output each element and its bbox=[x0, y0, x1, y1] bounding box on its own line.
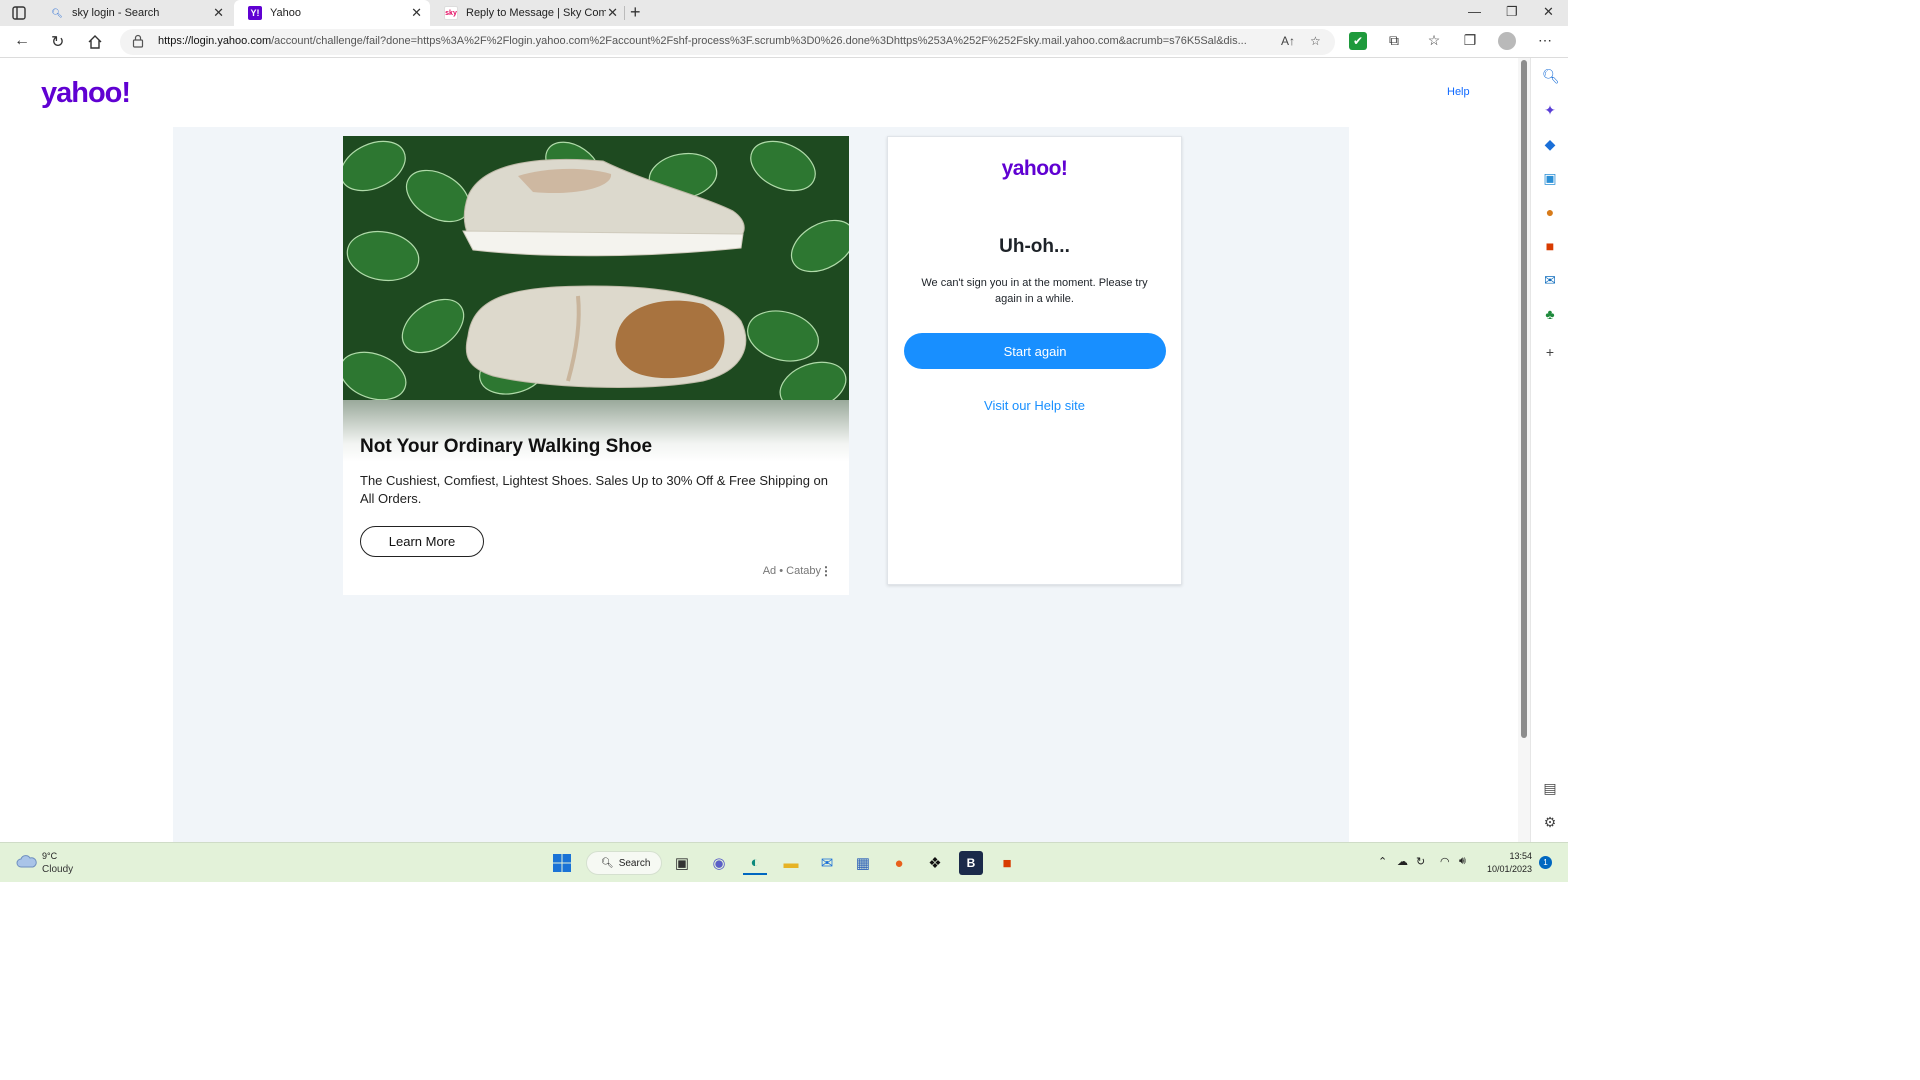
shopping-tag-icon[interactable]: ◆ bbox=[1542, 136, 1558, 152]
tab-title: Reply to Message | Sky Commun bbox=[466, 7, 606, 19]
ad-source[interactable]: Ad • Cataby bbox=[763, 565, 821, 577]
outlook-icon[interactable]: ✉ bbox=[1542, 272, 1558, 288]
tab-title: sky login - Search bbox=[72, 7, 160, 19]
copilot-icon[interactable]: ✦ bbox=[1542, 102, 1558, 118]
close-icon[interactable]: ✕ bbox=[607, 5, 618, 21]
yahoo-icon: Y! bbox=[248, 6, 262, 20]
bitwarden-icon[interactable]: B bbox=[959, 851, 983, 875]
ad-card[interactable]: Not Your Ordinary Walking Shoe The Cushi… bbox=[343, 136, 849, 595]
extension-check-icon[interactable]: ✔ bbox=[1349, 32, 1367, 50]
taskbar-clock[interactable]: 13:54 10/01/2023 bbox=[1484, 850, 1532, 876]
windows-taskbar: 9°C Cloudy 🔍︎ Search ▣ ◉ ◐ ▬ ✉ ▦ ● ❖ B ■… bbox=[0, 842, 1568, 882]
ad-menu-icon[interactable]: ⋮ bbox=[820, 564, 832, 578]
tab-yahoo[interactable]: Y! Yahoo ✕ bbox=[234, 0, 430, 26]
restore-icon[interactable]: ❐ bbox=[1506, 4, 1518, 20]
task-view-icon[interactable]: ▣ bbox=[670, 851, 694, 875]
onedrive-icon[interactable]: ☁ bbox=[1397, 855, 1408, 868]
favorites-icon[interactable]: ☆ bbox=[1425, 32, 1443, 50]
windows-start-icon[interactable] bbox=[550, 851, 574, 875]
cloud-icon[interactable] bbox=[16, 853, 38, 869]
sky-icon: sky bbox=[444, 6, 458, 20]
drop-icon[interactable]: ♣ bbox=[1542, 306, 1558, 322]
tab-strip: 🔍︎ sky login - Search ✕ Y! Yahoo ✕ sky R… bbox=[0, 0, 1568, 26]
page-content: yahoo! Help Not Your Ordinary Walking Sh… bbox=[0, 58, 1518, 843]
edge-sidebar: 🔍︎ ✦ ◆ ▣ ● ■ ✉ ♣ + ▤ ⚙ bbox=[1530, 58, 1568, 842]
refresh-icon[interactable]: ↻ bbox=[51, 32, 64, 52]
tray-chevron-icon[interactable]: ⌃ bbox=[1378, 855, 1387, 868]
search-icon: 🔍︎ bbox=[51, 7, 63, 18]
url-host: https://login.yahoo.com bbox=[158, 35, 272, 47]
browser-toolbar: ← ↻ https://login.yahoo.com/account/chal… bbox=[0, 26, 1568, 58]
help-link[interactable]: Help bbox=[1447, 86, 1470, 98]
games-icon[interactable]: ● bbox=[1542, 204, 1558, 220]
lock-icon[interactable] bbox=[132, 34, 144, 48]
close-icon[interactable]: ✕ bbox=[411, 5, 422, 21]
error-message: We can't sign you in at the moment. Plea… bbox=[921, 277, 1148, 305]
url-text[interactable]: https://login.yahoo.com/account/challeng… bbox=[158, 35, 1268, 47]
teams-chat-icon[interactable]: ◉ bbox=[707, 851, 731, 875]
page-scrollbar[interactable] bbox=[1518, 58, 1530, 842]
error-heading: Uh-oh... bbox=[999, 236, 1070, 257]
add-favorite-icon[interactable]: ☆ bbox=[1310, 34, 1321, 48]
edge-browser-icon[interactable]: ◐ bbox=[743, 851, 767, 875]
sidebar-layout-icon[interactable]: ▤ bbox=[1542, 780, 1558, 796]
office-taskbar-icon[interactable]: ■ bbox=[995, 851, 1019, 875]
help-site-link[interactable]: Visit our Help site bbox=[888, 398, 1181, 413]
weather-temperature[interactable]: 9°C bbox=[42, 851, 57, 861]
sidebar-search-icon[interactable]: 🔍︎ bbox=[1542, 68, 1560, 84]
office-icon[interactable]: ■ bbox=[1542, 238, 1558, 254]
ad-title[interactable]: Not Your Ordinary Walking Shoe bbox=[360, 436, 652, 458]
clock-date: 10/01/2023 bbox=[1486, 864, 1532, 874]
tab-separator bbox=[624, 6, 625, 20]
yahoo-logo[interactable]: yahoo! bbox=[41, 77, 131, 110]
notification-badge[interactable]: 1 bbox=[1539, 856, 1552, 869]
dropbox-icon[interactable]: ❖ bbox=[923, 851, 947, 875]
mail-icon[interactable]: ✉ bbox=[815, 851, 839, 875]
wifi-icon[interactable]: ◠ bbox=[1440, 855, 1450, 868]
tools-icon[interactable]: ▣ bbox=[1542, 170, 1558, 186]
add-sidebar-app-icon[interactable]: + bbox=[1542, 344, 1558, 360]
store-icon[interactable]: ▦ bbox=[851, 851, 875, 875]
tab-actions-icon[interactable] bbox=[8, 5, 30, 21]
scrollbar-thumb[interactable] bbox=[1521, 60, 1527, 738]
volume-icon[interactable]: 🔊︎ bbox=[1459, 855, 1466, 868]
tab-title: Yahoo bbox=[270, 7, 301, 19]
minimize-icon[interactable]: — bbox=[1468, 4, 1481, 19]
ad-shoe-image[interactable] bbox=[343, 136, 849, 400]
sync-icon[interactable]: ↻ bbox=[1416, 855, 1425, 868]
back-icon[interactable]: ← bbox=[14, 32, 30, 50]
more-options-icon[interactable]: ⋯ bbox=[1536, 32, 1554, 50]
card-yahoo-logo: yahoo! bbox=[1001, 157, 1068, 180]
ad-description: The Cushiest, Comfiest, Lightest Shoes. … bbox=[360, 473, 829, 506]
read-aloud-icon[interactable]: A↑ bbox=[1281, 34, 1295, 48]
new-tab-button[interactable]: + bbox=[630, 2, 641, 23]
firefox-icon[interactable]: ● bbox=[887, 851, 911, 875]
sign-in-error-card: yahoo! Uh-oh... We can't sign you in at … bbox=[887, 136, 1182, 585]
file-explorer-icon[interactable]: ▬ bbox=[779, 851, 803, 875]
collections-icon[interactable]: ❐ bbox=[1461, 32, 1479, 50]
window-close-icon[interactable]: ✕ bbox=[1543, 4, 1554, 20]
url-path: /account/challenge/fail?done=https%3A%2F… bbox=[271, 35, 1247, 47]
sidebar-settings-icon[interactable]: ⚙ bbox=[1542, 814, 1558, 830]
profile-avatar[interactable] bbox=[1498, 32, 1516, 50]
tab-sky-login-search[interactable]: 🔍︎ sky login - Search ✕ bbox=[36, 0, 232, 26]
taskbar-search[interactable]: 🔍︎ Search bbox=[586, 851, 662, 875]
search-icon: 🔍︎ bbox=[601, 857, 614, 869]
main-content: Not Your Ordinary Walking Shoe The Cushi… bbox=[173, 127, 1349, 843]
extensions-icon[interactable]: ⧉ bbox=[1385, 32, 1403, 50]
learn-more-button[interactable]: Learn More bbox=[360, 526, 484, 557]
close-icon[interactable]: ✕ bbox=[213, 5, 224, 21]
address-bar[interactable]: https://login.yahoo.com/account/challeng… bbox=[120, 29, 1335, 55]
tab-sky-community[interactable]: sky Reply to Message | Sky Commun ✕ bbox=[430, 0, 626, 26]
start-again-button[interactable]: Start again bbox=[904, 333, 1166, 369]
clock-time: 13:54 bbox=[1509, 851, 1532, 861]
weather-condition[interactable]: Cloudy bbox=[42, 864, 73, 875]
taskbar-search-label: Search bbox=[618, 857, 651, 869]
home-icon[interactable] bbox=[87, 34, 103, 50]
